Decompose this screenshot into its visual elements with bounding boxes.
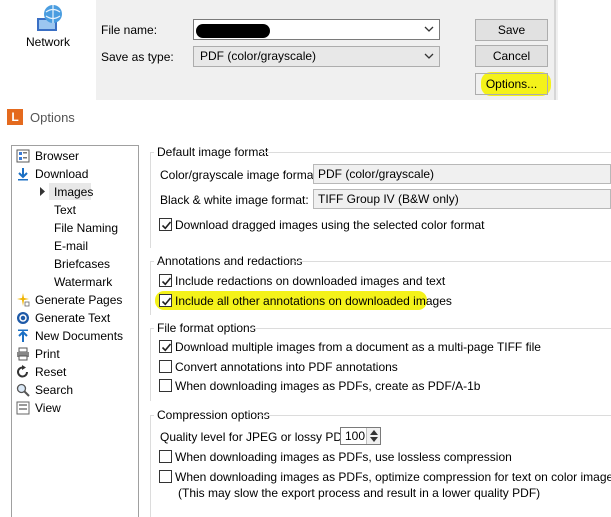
network-icon[interactable]	[34, 4, 64, 34]
group-border	[150, 261, 151, 315]
include-annotations-checkbox[interactable]	[159, 294, 172, 307]
lossless-compression-checkbox[interactable]	[159, 450, 172, 463]
network-label[interactable]: Network	[26, 35, 70, 49]
app-logo-icon: L	[7, 109, 23, 125]
quality-level-stepper[interactable]	[366, 428, 380, 444]
window-title: Options	[30, 110, 75, 125]
title-bar	[0, 102, 611, 136]
nav-item-view[interactable]: View	[35, 401, 61, 415]
pdfa-checkbox[interactable]	[159, 379, 172, 392]
reset-icon	[17, 365, 28, 378]
include-redactions-checkbox[interactable]	[159, 274, 172, 287]
group-border	[150, 328, 151, 401]
save-button[interactable]: Save	[475, 19, 548, 41]
cancel-button[interactable]: Cancel	[475, 45, 548, 67]
nav-item-e-mail[interactable]: E-mail	[54, 239, 88, 253]
spin-down-icon[interactable]	[370, 437, 378, 442]
printer-icon	[17, 347, 29, 361]
multipage-tiff-checkbox[interactable]	[159, 340, 172, 353]
nav-item-reset[interactable]: Reset	[35, 365, 66, 379]
upload-arrow-icon	[18, 329, 28, 342]
browser-icon	[16, 149, 30, 163]
checkmark-icon	[161, 297, 172, 306]
nav-item-generate-text[interactable]: Generate Text	[35, 311, 110, 325]
convert-annotations-checkbox[interactable]	[159, 360, 172, 373]
nav-item-watermark[interactable]: Watermark	[54, 275, 112, 289]
pdfa-label[interactable]: When downloading images as PDFs, create …	[175, 379, 480, 393]
options-button[interactable]: Options...	[475, 73, 548, 95]
nav-item-briefcases[interactable]: Briefcases	[54, 257, 110, 271]
checkmark-icon	[161, 221, 172, 230]
bw-format-label: Black & white image format:	[160, 193, 309, 207]
nav-item-search[interactable]: Search	[35, 383, 73, 397]
compression-title: Compression options	[157, 408, 270, 422]
nav-item-browser[interactable]: Browser	[35, 149, 79, 163]
save-as-type-select[interactable]: PDF (color/grayscale)	[193, 46, 440, 67]
optimize-compression-label[interactable]: When downloading images as PDFs, optimiz…	[175, 470, 611, 484]
quality-level-value: 100	[345, 429, 366, 443]
optimize-compression-note: (This may slow the export process and re…	[178, 486, 541, 500]
save-dialog-border	[554, 0, 556, 100]
group-border	[250, 328, 611, 329]
include-annotations-label[interactable]: Include all other annotations on downloa…	[175, 294, 452, 308]
color-format-select[interactable]: PDF (color/grayscale)	[313, 164, 611, 184]
dragged-images-checkbox[interactable]	[159, 218, 172, 231]
nav-item-print[interactable]: Print	[35, 347, 60, 361]
checkmark-icon	[161, 343, 172, 352]
chevron-down-icon[interactable]	[424, 50, 434, 62]
chevron-right-icon[interactable]	[39, 187, 46, 196]
color-format-value: PDF (color/grayscale)	[318, 167, 435, 181]
quality-level-label: Quality level for JPEG or lossy PDF:	[160, 430, 353, 444]
search-icon	[16, 383, 30, 397]
spin-up-icon[interactable]	[370, 430, 378, 435]
nav-item-text[interactable]: Text	[54, 203, 76, 217]
ocr-icon	[17, 312, 29, 324]
redaction-mark	[196, 24, 270, 38]
multipage-tiff-label[interactable]: Download multiple images from a document…	[175, 340, 541, 354]
include-redactions-label[interactable]: Include redactions on downloaded images …	[175, 274, 445, 288]
nav-item-new-documents[interactable]: New Documents	[35, 329, 123, 343]
nav-item-generate-pages[interactable]: Generate Pages	[35, 293, 122, 307]
checkmark-icon	[161, 277, 172, 286]
dragged-images-label[interactable]: Download dragged images using the select…	[175, 218, 485, 232]
nav-item-file-naming[interactable]: File Naming	[54, 221, 118, 235]
chevron-down-icon[interactable]	[424, 23, 434, 35]
file-name-label: File name:	[101, 23, 158, 37]
bw-format-select[interactable]: TIFF Group IV (B&W only)	[313, 189, 611, 209]
group-border	[150, 415, 151, 517]
color-format-label: Color/grayscale image format:	[160, 168, 321, 182]
default-image-format-title: Default image format	[157, 145, 269, 159]
annotations-title: Annotations and redactions	[157, 254, 303, 268]
save-as-type-value: PDF (color/grayscale)	[200, 49, 317, 63]
view-icon	[16, 401, 30, 415]
sparkle-icon	[17, 293, 30, 307]
nav-item-images[interactable]: Images	[54, 185, 93, 199]
file-format-title: File format options	[157, 321, 256, 335]
convert-annotations-label[interactable]: Convert annotations into PDF annotations	[175, 360, 398, 374]
group-border	[292, 261, 611, 262]
group-border	[150, 152, 151, 248]
bw-format-value: TIFF Group IV (B&W only)	[318, 192, 459, 206]
nav-item-download[interactable]: Download	[35, 167, 88, 181]
group-border	[262, 152, 611, 153]
download-arrow-icon	[18, 168, 28, 181]
save-as-type-label: Save as type:	[101, 50, 174, 64]
lossless-compression-label[interactable]: When downloading images as PDFs, use los…	[175, 450, 512, 464]
optimize-compression-checkbox[interactable]	[159, 470, 172, 483]
group-border	[258, 415, 611, 416]
